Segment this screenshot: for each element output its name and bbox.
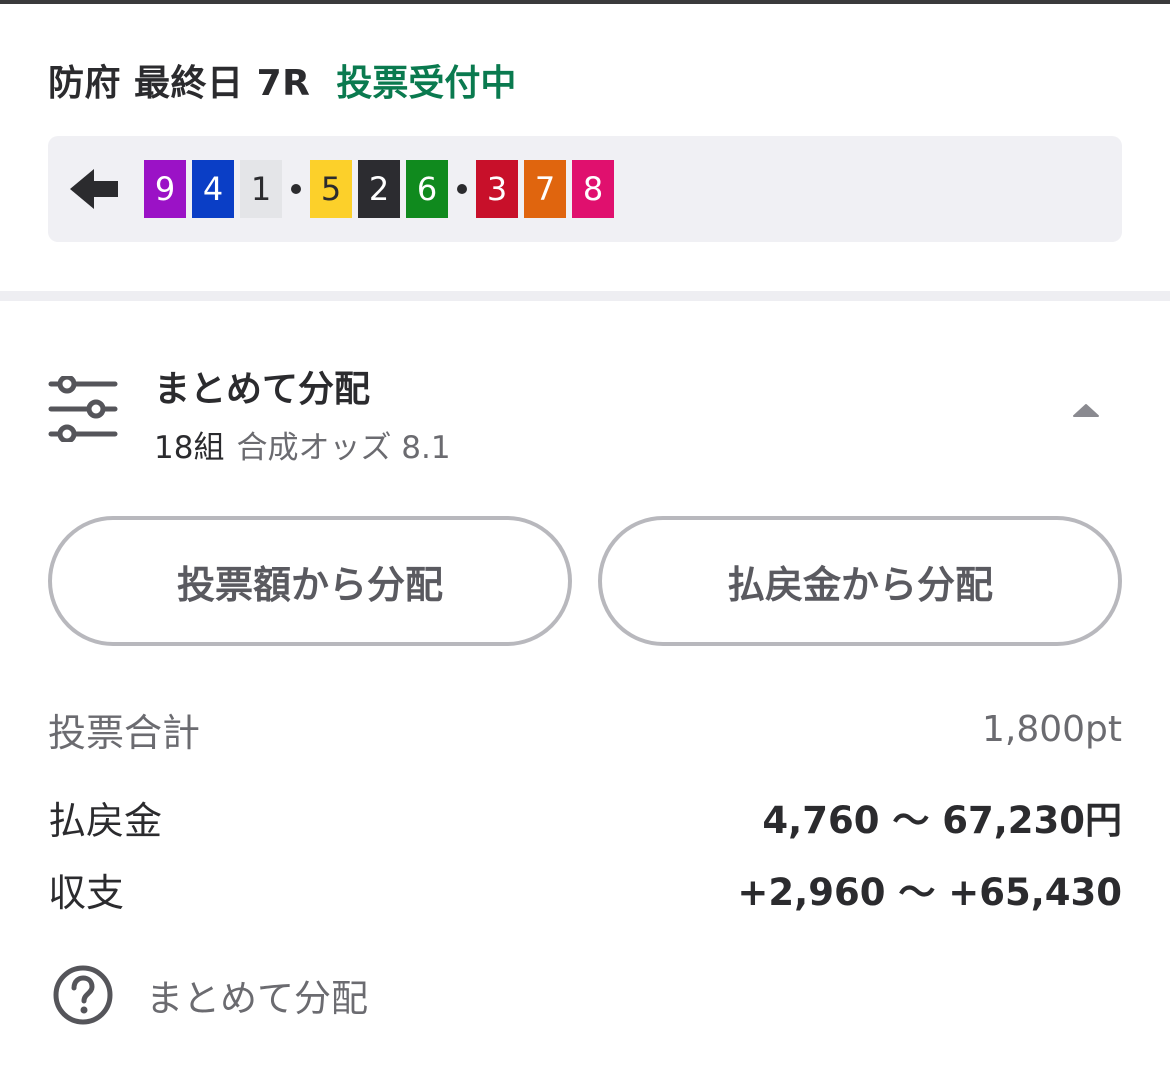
balance-row: 収支 +2,960 〜 +65,430 xyxy=(48,862,1122,916)
section-divider xyxy=(0,291,1170,301)
number-chip: 5 xyxy=(310,160,352,218)
distribute-by-amount-button[interactable]: 投票額から分配 xyxy=(48,516,572,646)
selection-summary: 941526378 xyxy=(48,136,1122,242)
caret-up-icon[interactable] xyxy=(1072,402,1100,418)
help-link[interactable]: まとめて分配 xyxy=(52,964,368,1026)
number-chip: 1 xyxy=(240,160,282,218)
selected-numbers: 941526378 xyxy=(144,160,620,218)
total-bet-value: 1,800pt xyxy=(981,708,1122,750)
distribute-by-payout-button[interactable]: 払戻金から分配 xyxy=(598,516,1122,646)
race-header: 防府 最終日 7R 投票受付中 xyxy=(48,56,516,104)
total-bet-row: 投票合計 1,800pt xyxy=(48,704,1122,755)
top-border xyxy=(0,0,1170,4)
help-text: まとめて分配 xyxy=(146,977,368,1020)
distribution-title: まとめて分配 xyxy=(154,369,371,410)
race-title: 防府 最終日 7R xyxy=(48,63,311,104)
balance-label: 収支 xyxy=(48,870,125,915)
distribution-header[interactable]: まとめて分配 18組 合成オッズ 8.1 xyxy=(48,358,1122,468)
voting-status: 投票受付中 xyxy=(336,63,517,104)
payout-label: 払戻金 xyxy=(48,798,163,843)
number-chip: 3 xyxy=(476,160,518,218)
number-chip: 9 xyxy=(144,160,186,218)
number-chip: 7 xyxy=(524,160,566,218)
payout-row: 払戻金 4,760 〜 67,230円 xyxy=(48,790,1122,844)
balance-value: +2,960 〜 +65,430 xyxy=(737,871,1122,914)
payout-value: 4,760 〜 67,230円 xyxy=(762,799,1122,842)
number-chip: 6 xyxy=(406,160,448,218)
total-bet-label: 投票合計 xyxy=(48,710,201,755)
arrow-left-icon[interactable] xyxy=(70,165,126,213)
distribution-subtitle: 18組 合成オッズ 8.1 xyxy=(154,422,451,467)
combined-odds: 合成オッズ 8.1 xyxy=(236,430,451,466)
group-separator-dot xyxy=(288,184,304,194)
sliders-icon xyxy=(48,376,118,442)
number-chip: 4 xyxy=(192,160,234,218)
number-chip: 8 xyxy=(572,160,614,218)
group-separator-dot xyxy=(454,184,470,194)
combination-count: 18組 xyxy=(154,430,225,466)
question-circle-icon xyxy=(53,965,113,1025)
number-chip: 2 xyxy=(358,160,400,218)
